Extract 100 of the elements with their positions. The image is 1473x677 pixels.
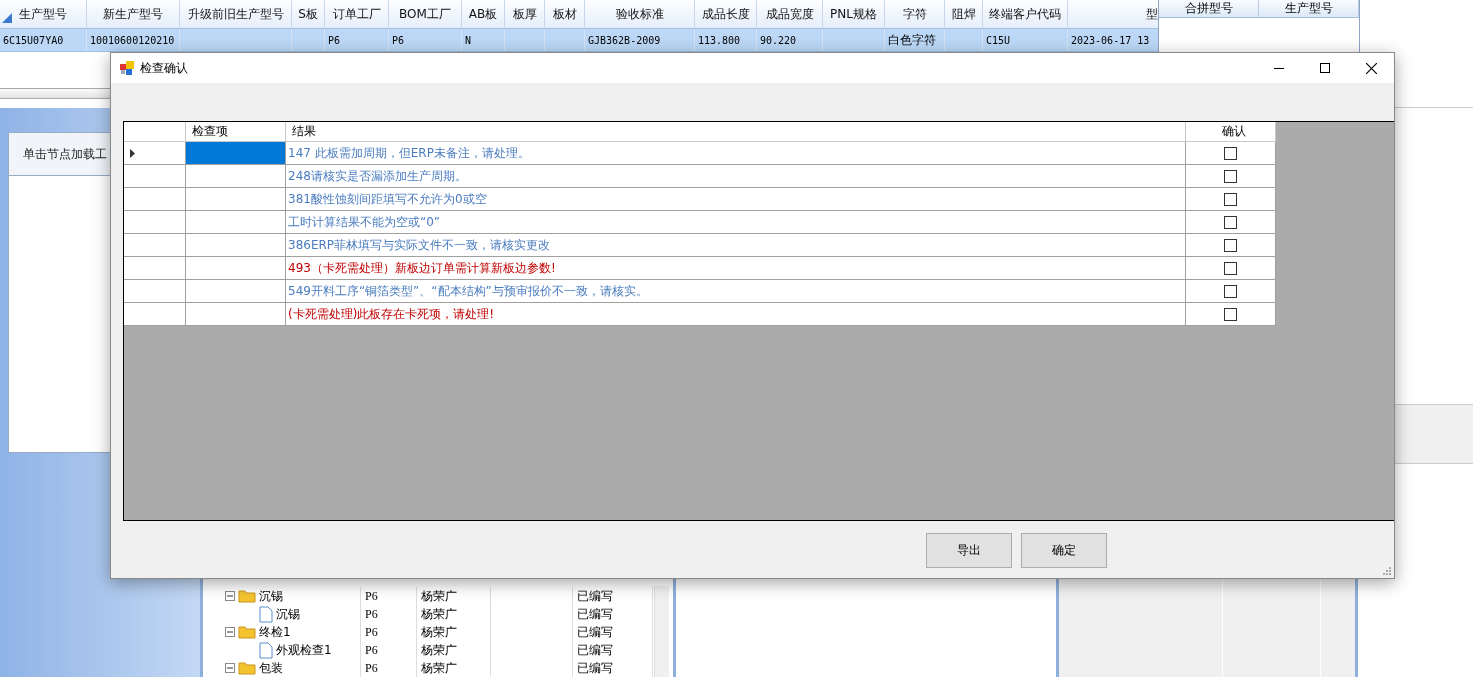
result-text: 147 此板需加周期，但ERP未备注，请处理。: [288, 144, 530, 162]
table-cell: 杨荣广: [421, 641, 457, 659]
column-header[interactable]: 成品宽度: [757, 0, 823, 28]
column-header[interactable]: 确认: [1186, 122, 1276, 142]
column-header[interactable]: AB板: [462, 0, 505, 28]
table-cell[interactable]: [186, 165, 286, 188]
table-cell: 杨荣广: [421, 623, 457, 641]
column-header[interactable]: 验收标准: [585, 0, 695, 28]
vertical-scrollbar[interactable]: [654, 586, 669, 677]
table-cell: 已编写: [577, 641, 613, 659]
table-row[interactable]: 6C15U07YA0 10010600120210 P6 P6 N GJB362B-2009 113.800 90.220 白色字符 C15U 2023-06-17 13: [0, 29, 1158, 52]
tree-item[interactable]: 沉锡: [276, 605, 300, 623]
checkbox[interactable]: [1224, 215, 1237, 229]
document-icon: [259, 605, 273, 623]
table-cell: C15U: [983, 29, 1068, 51]
table-cell[interactable]: [186, 188, 286, 211]
table-cell: 已编写: [577, 659, 613, 677]
folder-icon: [238, 625, 256, 639]
table-cell: 10010600120210: [87, 29, 180, 51]
table-cell[interactable]: [186, 211, 286, 234]
row-header[interactable]: [124, 280, 186, 303]
horizontal-scrollbar[interactable]: [0, 88, 111, 99]
column-header[interactable]: 字符: [885, 0, 945, 28]
result-text: 386ERP菲林填写与实际文件不一致，请核实更改: [288, 236, 551, 254]
table-cell[interactable]: [186, 257, 286, 280]
row-header[interactable]: [124, 142, 186, 165]
column-header[interactable]: 终端客户代码: [983, 0, 1068, 28]
row-header[interactable]: [124, 234, 186, 257]
table-cell: P6: [365, 660, 378, 676]
tree-item[interactable]: 包装: [259, 659, 283, 677]
collapse-icon[interactable]: [225, 591, 235, 601]
dialog-button[interactable]: 确定: [1021, 533, 1107, 568]
checkbox[interactable]: [1224, 307, 1237, 321]
app-icon: [120, 61, 134, 75]
row-header[interactable]: [124, 257, 186, 280]
column-header[interactable]: S板: [292, 0, 325, 28]
table-cell: P6: [365, 606, 378, 622]
checkbox[interactable]: [1224, 192, 1237, 206]
document-icon: [259, 641, 273, 659]
result-text: 248请核实是否漏添加生产周期。: [288, 167, 467, 185]
row-header[interactable]: [124, 188, 186, 211]
result-text: 493（卡死需处理）新板边订单需计算新板边参数!: [288, 259, 556, 277]
table-cell: 白色字符: [885, 29, 945, 51]
column-header[interactable]: 板材: [545, 0, 585, 28]
checkbox[interactable]: [1224, 261, 1237, 275]
maximize-icon: [1320, 63, 1330, 73]
checkbox[interactable]: [1224, 169, 1237, 183]
table-cell: 已编写: [577, 587, 613, 605]
table-cell: P6: [365, 624, 378, 640]
row-header[interactable]: [124, 211, 186, 234]
column-header[interactable]: 成品长度: [695, 0, 757, 28]
result-text: 381酸性蚀刻间距填写不允许为0或空: [288, 190, 487, 208]
tree-item[interactable]: 外观检查1: [276, 641, 332, 659]
table-cell: 杨荣广: [421, 587, 457, 605]
collapse-icon[interactable]: [225, 663, 235, 673]
checkbox[interactable]: [1224, 284, 1237, 298]
table-cell: 113.800: [695, 29, 757, 51]
result-text: 549开料工序“铜箔类型”、“配本结构”与预审报价不一致，请核实。: [288, 282, 648, 300]
checkbox[interactable]: [1224, 146, 1237, 160]
corner-triangle-icon: [1, 12, 13, 24]
corner-header: [124, 122, 186, 142]
table-cell: 杨荣广: [421, 659, 457, 677]
column-header[interactable]: PNL规格: [823, 0, 885, 28]
table-cell: 已编写: [577, 605, 613, 623]
resize-grip-icon[interactable]: [1383, 567, 1392, 576]
table-cell[interactable]: [186, 280, 286, 303]
table-cell: 已编写: [577, 623, 613, 641]
tree-item[interactable]: 终检1: [259, 623, 291, 641]
close-icon: [1365, 62, 1377, 74]
column-header[interactable]: 结果: [286, 122, 1186, 142]
window-title: 检查确认: [140, 59, 188, 77]
tree-item[interactable]: 沉锡: [259, 587, 283, 605]
column-header[interactable]: 新生产型号: [87, 0, 180, 28]
column-header[interactable]: 检查项: [186, 122, 286, 142]
table-cell[interactable]: [186, 234, 286, 257]
column-header[interactable]: 升级前旧生产型号: [180, 0, 292, 28]
table-cell: N: [462, 29, 505, 51]
column-header[interactable]: 阻焊: [945, 0, 983, 28]
folder-icon: [238, 589, 256, 603]
folder-icon: [238, 661, 256, 675]
collapse-icon[interactable]: [225, 627, 235, 637]
table-cell[interactable]: [186, 303, 286, 326]
table-cell: 杨荣广: [421, 605, 457, 623]
column-header[interactable]: 合拼型号: [1159, 0, 1259, 17]
column-header[interactable]: 订单工厂: [325, 0, 389, 28]
table-cell: P6: [365, 642, 378, 658]
table-cell: 90.220: [757, 29, 823, 51]
table-cell[interactable]: [186, 142, 286, 165]
dialog-button[interactable]: 导出: [926, 533, 1012, 568]
table-cell: P6: [389, 29, 462, 51]
table-cell: P6: [325, 29, 389, 51]
table-cell: P6: [365, 588, 378, 604]
column-header[interactable]: 板厚: [505, 0, 545, 28]
result-text: 工时计算结果不能为空或“0”: [288, 213, 441, 231]
checkbox[interactable]: [1224, 238, 1237, 252]
row-header[interactable]: [124, 303, 186, 326]
row-header[interactable]: [124, 165, 186, 188]
column-header[interactable]: 生产型号: [1259, 0, 1359, 17]
table-cell: 6C15U07YA0: [0, 29, 87, 51]
column-header[interactable]: BOM工厂: [389, 0, 462, 28]
